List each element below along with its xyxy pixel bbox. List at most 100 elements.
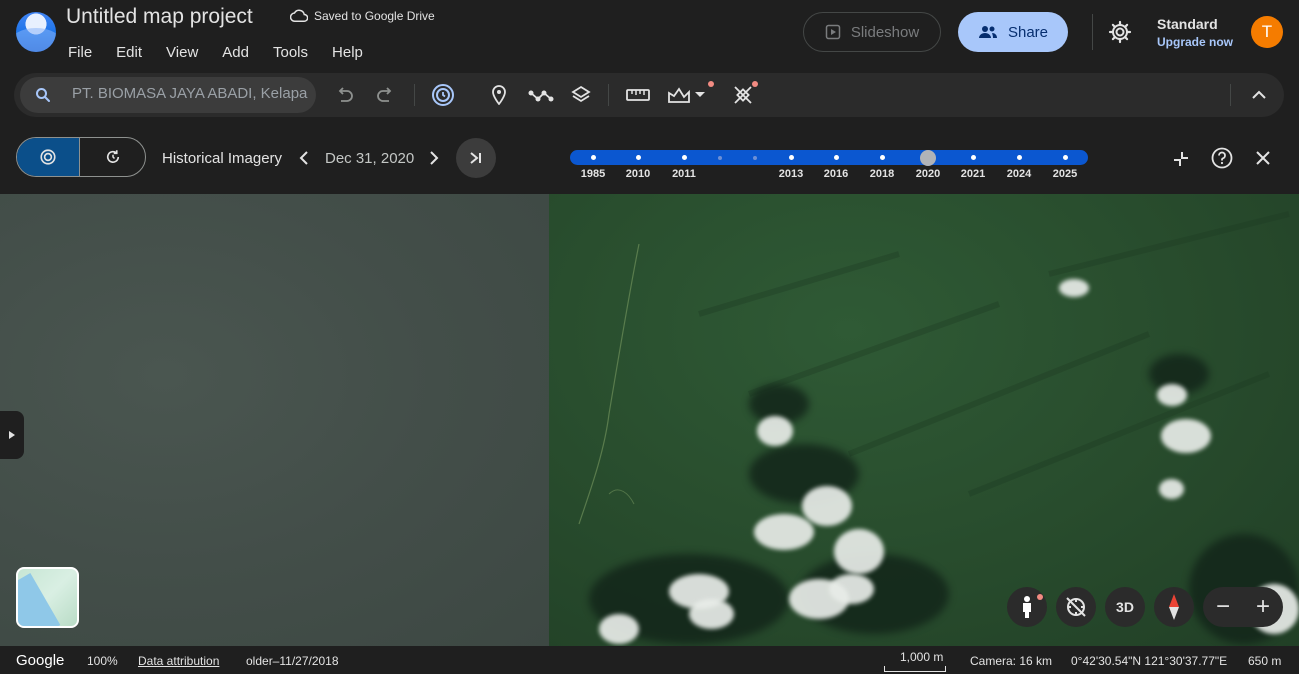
zoom-out-button[interactable]: − <box>1203 587 1243 627</box>
imagery-date: Dec 31, 2020 <box>325 150 415 167</box>
google-logo: Google <box>16 652 65 669</box>
project-title[interactable]: Untitled map project <box>66 5 253 29</box>
refresh-clock-icon <box>106 150 119 163</box>
upgrade-link[interactable]: Upgrade now <box>1157 35 1233 49</box>
timeline-dot[interactable] <box>834 155 839 160</box>
measure-button[interactable] <box>626 84 650 106</box>
share-button[interactable]: Share <box>958 12 1068 52</box>
timeline-dot[interactable] <box>718 156 722 160</box>
plan-label: Standard <box>1157 16 1218 32</box>
zoom-percent[interactable]: 100% <box>87 654 118 668</box>
elevation-profile-button[interactable] <box>666 81 714 106</box>
settings-gear-icon[interactable] <box>1108 20 1132 44</box>
satellite-icon <box>734 86 752 104</box>
status-bar: Google 100% Data attribution older–11/27… <box>0 646 1299 674</box>
minimize-icon[interactable] <box>1172 150 1190 168</box>
help-icon[interactable] <box>1211 147 1233 169</box>
timeline-year-label[interactable]: 2013 <box>779 168 803 180</box>
jump-to-latest-button[interactable] <box>456 138 496 178</box>
share-label: Share <box>1007 23 1049 41</box>
zoom-in-button[interactable]: + <box>1243 587 1283 627</box>
timeline-dot[interactable] <box>682 155 687 160</box>
tilt-reset-icon <box>1066 597 1086 617</box>
menu-tools[interactable]: Tools <box>273 44 308 61</box>
google-earth-logo[interactable] <box>16 12 56 52</box>
people-icon <box>978 26 997 38</box>
layers-icon <box>571 85 591 103</box>
layers-button[interactable] <box>570 84 592 106</box>
menu-edit[interactable]: Edit <box>116 44 142 61</box>
path-icon <box>528 90 554 102</box>
scale-label[interactable]: 1,000 m <box>900 650 943 664</box>
menu-help[interactable]: Help <box>332 44 363 61</box>
caret-right-icon <box>9 431 15 439</box>
timeline-dot[interactable] <box>1017 155 1022 160</box>
timeline-year-label[interactable]: 2016 <box>824 168 848 180</box>
timeline-dot[interactable] <box>1063 155 1068 160</box>
timeline-thumb[interactable] <box>920 150 936 166</box>
minimap[interactable] <box>16 567 79 628</box>
historical-imagery-button[interactable] <box>430 82 456 108</box>
timeline-year-label[interactable]: 2018 <box>870 168 894 180</box>
new-feature-dot <box>1037 594 1043 600</box>
undo-icon <box>338 87 353 102</box>
dropdown-arrow-icon <box>695 92 705 97</box>
historical-mode-button[interactable] <box>17 138 81 176</box>
timeline-year-label[interactable]: 2010 <box>626 168 650 180</box>
add-placemark-button[interactable] <box>488 84 510 106</box>
slideshow-label: Slideshow <box>850 23 920 41</box>
slideshow-icon <box>825 24 841 40</box>
current-mode-button[interactable] <box>80 138 145 176</box>
map-toolbar <box>14 73 1284 117</box>
slideshow-button[interactable]: Slideshow <box>803 12 941 52</box>
menu-add[interactable]: Add <box>222 44 249 61</box>
minimap-water <box>18 573 61 626</box>
elevation: 650 m <box>1248 654 1282 668</box>
reset-tilt-button[interactable] <box>1056 587 1096 627</box>
street-view-button[interactable] <box>1007 587 1047 627</box>
terrain-icon <box>668 87 690 103</box>
new-feature-dot <box>752 81 758 87</box>
draw-path-button[interactable] <box>528 84 554 106</box>
search-input[interactable] <box>72 85 312 102</box>
undo-button[interactable] <box>334 84 356 106</box>
menu-bar: File Edit View Add Tools Help <box>68 44 387 61</box>
redo-button[interactable] <box>374 84 396 106</box>
timeline-year-label[interactable]: 2021 <box>961 168 985 180</box>
menu-file[interactable]: File <box>68 44 92 61</box>
scale-bar <box>884 666 946 672</box>
toggle-3d-button[interactable]: 3D <box>1105 587 1145 627</box>
data-attribution-link[interactable]: Data attribution <box>138 654 219 668</box>
timeline-dot[interactable] <box>789 155 794 160</box>
compass-icon <box>1169 594 1179 620</box>
save-status-label: Saved to Google Drive <box>314 9 435 23</box>
cursor-coordinates: 0°42'30.54"N 121°30'37.77"E <box>1071 654 1228 668</box>
imagery-mode-toggle <box>16 137 146 177</box>
chevron-right-icon[interactable] <box>428 150 440 166</box>
timeline-dot[interactable] <box>636 155 641 160</box>
timeline-dot[interactable] <box>971 155 976 160</box>
timeline-year-label[interactable]: 1985 <box>581 168 605 180</box>
search-box[interactable] <box>20 77 316 113</box>
chevron-left-icon[interactable] <box>298 150 310 166</box>
toolbar-divider <box>1230 84 1231 106</box>
timeline-slider[interactable] <box>570 150 1088 165</box>
timeline-year-label[interactable]: 2025 <box>1053 168 1077 180</box>
collapse-toolbar-button[interactable] <box>1248 84 1270 106</box>
expand-sidebar-button[interactable] <box>0 411 24 459</box>
timeline-dot[interactable] <box>753 156 757 160</box>
timeline-year-label[interactable]: 2024 <box>1007 168 1031 180</box>
camera-altitude: Camera: 16 km <box>970 654 1053 668</box>
timeline-year-label-selected[interactable]: 2020 <box>916 168 940 180</box>
save-status: Saved to Google Drive <box>290 9 435 23</box>
close-icon[interactable] <box>1255 150 1271 166</box>
timeline-dot[interactable] <box>591 155 596 160</box>
timeline-year-label[interactable]: 2011 <box>672 168 696 180</box>
map-pin-icon <box>492 85 506 105</box>
compass-button[interactable] <box>1154 587 1194 627</box>
menu-view[interactable]: View <box>166 44 198 61</box>
satellite-map-view[interactable] <box>0 194 1299 646</box>
data-layer-button[interactable] <box>732 81 758 106</box>
avatar[interactable]: T <box>1251 16 1283 48</box>
timeline-dot[interactable] <box>880 155 885 160</box>
